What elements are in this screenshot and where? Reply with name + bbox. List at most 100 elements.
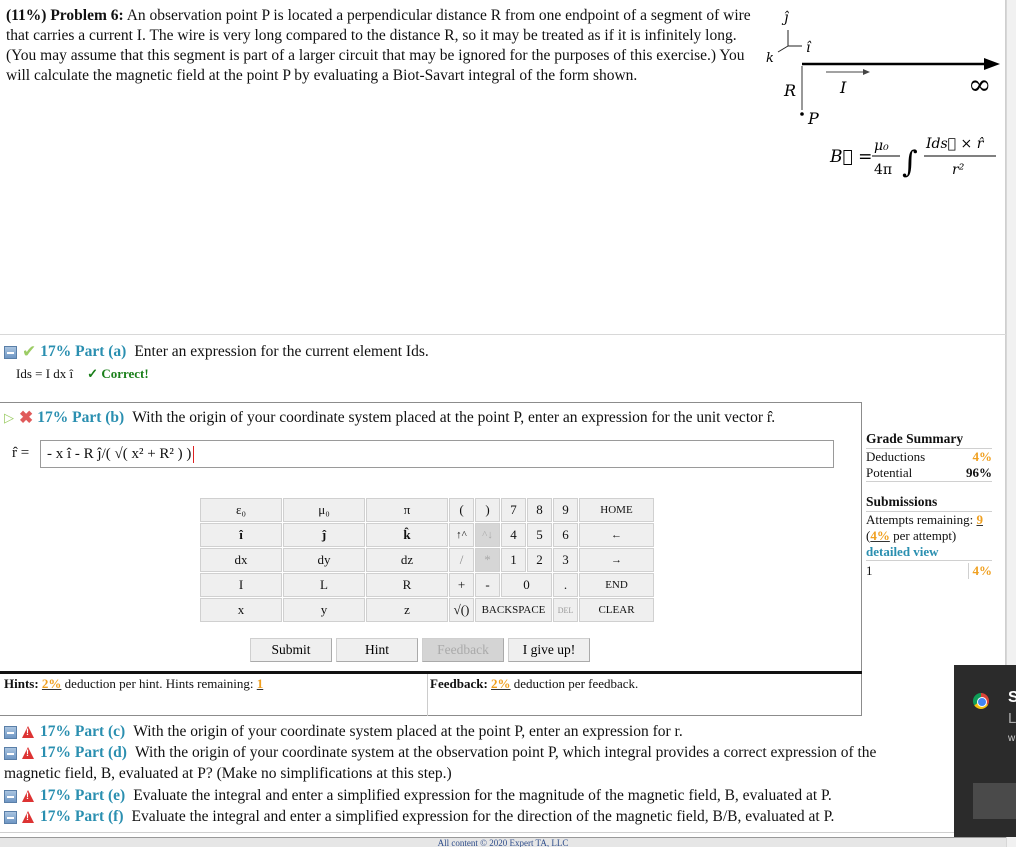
submissions-title: Submissions xyxy=(866,494,992,512)
incorrect-x-icon: ✖ xyxy=(19,408,34,427)
notification-button[interactable] xyxy=(973,783,1016,819)
key-2[interactable]: 2 xyxy=(527,548,552,572)
part-c-header[interactable]: 17% Part (c) With the origin of your coo… xyxy=(4,723,683,741)
axes-icon xyxy=(777,30,802,53)
key-z[interactable]: z xyxy=(366,598,448,622)
footer: All content © 2020 Expert TA, LLC xyxy=(0,837,1006,847)
key-plus[interactable]: + xyxy=(449,573,474,597)
key-right-arrow[interactable]: → xyxy=(579,548,654,572)
give-up-button[interactable]: I give up! xyxy=(508,638,590,662)
key-divide[interactable]: / xyxy=(449,548,474,572)
part-b-header[interactable]: ▷ ✖ 17% Part (b) With the origin of your… xyxy=(4,408,775,428)
key-minus[interactable]: - xyxy=(475,573,500,597)
potential-value: 96% xyxy=(966,465,992,480)
part-e-header[interactable]: 17% Part (e) Evaluate the integral and e… xyxy=(4,787,832,805)
formula-denominator: r² xyxy=(952,162,965,178)
warning-icon xyxy=(22,726,34,738)
key-clear[interactable]: CLEAR xyxy=(579,598,654,622)
key-9[interactable]: 9 xyxy=(553,498,578,522)
key-power[interactable]: ↑^ xyxy=(449,523,474,547)
key-L[interactable]: L xyxy=(283,573,365,597)
current-label: I xyxy=(839,78,847,97)
feedback-deduction: 2% xyxy=(491,676,511,691)
submit-button[interactable]: Submit xyxy=(250,638,332,662)
collapse-icon[interactable] xyxy=(4,345,17,359)
hint-deduction: 2% xyxy=(41,676,62,691)
notification-source: w xyxy=(1008,733,1016,744)
key-k-hat[interactable]: k̂ xyxy=(366,523,448,547)
chrome-notification[interactable]: S L w xyxy=(954,665,1016,837)
key-backspace[interactable]: BACKSPACE xyxy=(475,598,552,622)
key-x[interactable]: x xyxy=(200,598,282,622)
part-d-header[interactable]: 17% Part (d) With the origin of your coo… xyxy=(4,744,876,762)
key-7[interactable]: 7 xyxy=(501,498,526,522)
key-6[interactable]: 6 xyxy=(553,523,578,547)
hint-button[interactable]: Hint xyxy=(336,638,418,662)
warning-icon xyxy=(22,747,34,759)
hints-label: Hints: xyxy=(4,676,39,691)
key-multiply: * xyxy=(475,548,500,572)
key-R[interactable]: R xyxy=(366,573,448,597)
assignment-page: (11%) Problem 6: An observation point P … xyxy=(0,0,1006,847)
key-I[interactable]: I xyxy=(200,573,282,597)
key-dx[interactable]: dx xyxy=(200,548,282,572)
key-j-hat[interactable]: ĵ xyxy=(283,523,365,547)
checkmark-icon: ✔ xyxy=(22,342,37,361)
part-d-text: With the origin of your coordinate syste… xyxy=(134,744,877,761)
point-label: P xyxy=(807,109,819,128)
grade-summary: Grade Summary Deductions 4% Potential 96% … xyxy=(866,431,992,579)
key-1[interactable]: 1 xyxy=(501,548,526,572)
key-left-arrow[interactable]: ← xyxy=(579,523,654,547)
key-open-paren[interactable]: ( xyxy=(449,498,474,522)
key-y[interactable]: y xyxy=(283,598,365,622)
hints-feedback-divider xyxy=(427,674,428,716)
keypad: ε₀ μ₀ π ( ) 7 8 9 HOME î ĵ k̂ ↑^ ^↓ 4 5 … xyxy=(199,497,655,623)
infinity-label: ∞ xyxy=(968,68,991,101)
key-dz[interactable]: dz xyxy=(366,548,448,572)
problem-statement: (11%) Problem 6: An observation point P … xyxy=(6,6,766,86)
key-dy[interactable]: dy xyxy=(283,548,365,572)
key-decimal[interactable]: . xyxy=(553,573,578,597)
detailed-view-link[interactable]: detailed view xyxy=(866,544,939,559)
part-f-header[interactable]: 17% Part (f) Evaluate the integral and e… xyxy=(4,808,834,826)
part-d-label: 17% Part (d) xyxy=(40,744,127,761)
expand-arrow-icon[interactable]: ▷ xyxy=(4,410,14,426)
part-a-header[interactable]: ✔ 17% Part (a) Enter an expression for t… xyxy=(4,342,429,362)
problem-title: Problem 6: xyxy=(50,7,124,24)
chrome-icon xyxy=(973,693,989,709)
part-c-text: With the origin of your coordinate syste… xyxy=(133,723,683,740)
key-end[interactable]: END xyxy=(579,573,654,597)
answer-input-value: - x î - R ĵ/( √( x² + R² ) ) xyxy=(47,445,192,462)
answer-input[interactable]: - x î - R ĵ/( √( x² + R² ) ) xyxy=(40,440,834,468)
key-sqrt[interactable]: √() xyxy=(449,598,474,622)
collapse-icon[interactable] xyxy=(4,725,17,739)
grade-summary-title: Grade Summary xyxy=(866,431,992,449)
attempts-remaining: 9 xyxy=(976,512,983,527)
key-0[interactable]: 0 xyxy=(501,573,552,597)
key-epsilon0[interactable]: ε₀ xyxy=(200,498,282,522)
key-pi[interactable]: π xyxy=(366,498,448,522)
key-4[interactable]: 4 xyxy=(501,523,526,547)
collapse-icon[interactable] xyxy=(4,746,17,760)
collapse-icon[interactable] xyxy=(4,810,17,824)
key-mu0[interactable]: μ₀ xyxy=(283,498,365,522)
problem-weight: (11%) xyxy=(6,7,47,24)
formula-lhs: B⃗ = xyxy=(829,147,872,167)
axis-i-label: î xyxy=(806,40,812,56)
key-i-hat[interactable]: î xyxy=(200,523,282,547)
text-cursor xyxy=(193,445,195,463)
collapse-icon[interactable] xyxy=(4,789,17,803)
key-home[interactable]: HOME xyxy=(579,498,654,522)
warning-icon xyxy=(22,790,34,802)
key-8[interactable]: 8 xyxy=(527,498,552,522)
action-buttons: Submit Hint Feedback I give up! xyxy=(250,638,590,662)
key-del[interactable]: DEL xyxy=(553,598,578,622)
hints-remaining: 1 xyxy=(256,676,264,691)
deductions-value: 4% xyxy=(972,449,993,464)
key-subscript: ^↓ xyxy=(475,523,500,547)
key-3[interactable]: 3 xyxy=(553,548,578,572)
key-5[interactable]: 5 xyxy=(527,523,552,547)
hints-text: deduction per hint. Hints remaining: xyxy=(64,676,254,691)
notification-title: S xyxy=(1008,689,1016,706)
key-close-paren[interactable]: ) xyxy=(475,498,500,522)
